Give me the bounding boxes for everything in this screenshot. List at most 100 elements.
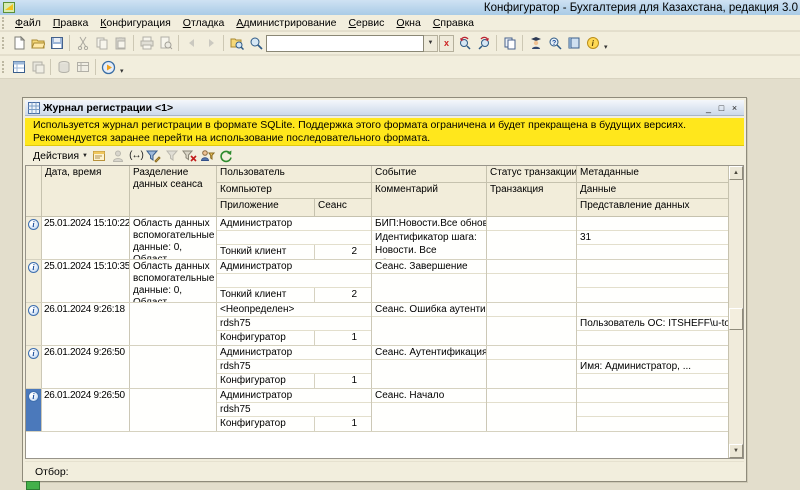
scroll-down-button[interactable]: ▼ [729, 444, 743, 458]
table-row[interactable]: i 25.01.2024 15:10:35 Область данных всп… [26, 260, 729, 303]
cell-sharing: Область данных вспомогательные данные: 0… [130, 217, 217, 259]
cell-comment [372, 403, 486, 431]
database-icon[interactable] [54, 58, 73, 77]
table-window-icon[interactable] [73, 58, 92, 77]
menu-debug[interactable]: Отладка [177, 16, 231, 30]
view-event-icon[interactable] [91, 147, 109, 164]
menu-administration[interactable]: Администрирование [230, 16, 342, 30]
filter-label: Отбор: [35, 466, 69, 478]
copy-icon[interactable] [92, 34, 111, 53]
maximize-button[interactable]: □ [715, 101, 728, 115]
header-user[interactable]: Пользователь [217, 166, 371, 183]
minimized-window-icon[interactable] [26, 481, 40, 490]
scroll-up-button[interactable]: ▲ [729, 166, 743, 180]
minimize-button[interactable]: _ [702, 101, 715, 115]
cell-sharing [130, 346, 217, 388]
save-icon[interactable] [47, 34, 66, 53]
menu-edit[interactable]: Правка [47, 16, 94, 30]
filter-by-user-icon[interactable] [199, 147, 217, 164]
cell-presentation [577, 417, 728, 431]
header-tx-status[interactable]: Статус транзакции [487, 166, 576, 183]
header-comment[interactable]: Комментарий [372, 183, 486, 216]
new-document-icon[interactable] [9, 34, 28, 53]
app-icon [3, 2, 15, 13]
paste-icon[interactable] [111, 34, 130, 53]
set-filter-icon[interactable] [145, 147, 163, 164]
menu-configuration[interactable]: Конфигурация [94, 16, 176, 30]
journal-titlebar[interactable]: Журнал регистрации <1> _ □ × [25, 100, 744, 116]
user-picture-icon[interactable] [109, 147, 127, 164]
table-row-selected[interactable]: i 26.01.2024 9:26:50 Администратор rdsh7… [26, 389, 729, 432]
about-icon[interactable]: i [583, 34, 602, 53]
syntax-check-icon[interactable] [526, 34, 545, 53]
set-interval-icon[interactable]: (↔) [127, 147, 145, 164]
cell-user: Администратор [217, 346, 371, 360]
cell-tx-status [487, 346, 576, 360]
cell-tx-status [487, 260, 576, 274]
print-preview-icon[interactable] [156, 34, 175, 53]
configuration-store-icon[interactable] [28, 58, 47, 77]
header-transaction[interactable]: Транзакция [487, 183, 576, 216]
menu-help[interactable]: Справка [427, 16, 480, 30]
table-row[interactable]: i 26.01.2024 9:26:18 <Неопределен> rdsh7… [26, 303, 729, 346]
toolbar-overflow-icon[interactable]: ▾ [120, 67, 124, 78]
search-clear-button[interactable]: x [439, 35, 454, 52]
svg-text:?: ? [552, 40, 556, 47]
cell-presentation [577, 331, 728, 345]
open-icon[interactable] [28, 34, 47, 53]
log-table: Дата, время Разделение данных сеанса Пол… [25, 165, 744, 459]
cell-presentation [577, 374, 728, 388]
filter-settings-icon[interactable] [163, 147, 181, 164]
cell-user: Администратор [217, 389, 371, 403]
header-data[interactable]: Данные [577, 183, 728, 200]
header-metadata-group: Метаданные Данные Представление данных [577, 166, 729, 216]
menu-windows[interactable]: Окна [390, 16, 426, 30]
global-search-icon[interactable] [227, 34, 246, 53]
search-input[interactable] [266, 35, 424, 52]
cut-icon[interactable] [73, 34, 92, 53]
search-icon[interactable] [246, 34, 265, 53]
scrollbar-thumb[interactable] [729, 308, 743, 330]
cell-sharing: Область данных вспомогательные данные: 0… [130, 260, 217, 302]
header-date[interactable]: Дата, время [42, 166, 130, 216]
header-application[interactable]: Приложение [217, 199, 315, 216]
cell-computer: rdsh75 [217, 403, 371, 417]
back-icon[interactable] [182, 34, 201, 53]
log-table-header: Дата, время Разделение данных сеанса Пол… [26, 166, 729, 217]
cell-session: 2 [315, 288, 371, 302]
table-row[interactable]: i 25.01.2024 15:10:22 Область данных всп… [26, 217, 729, 260]
close-button[interactable]: × [728, 101, 741, 115]
duplicate-icon[interactable] [500, 34, 519, 53]
forward-icon[interactable] [201, 34, 220, 53]
header-event[interactable]: Событие [372, 166, 486, 183]
help-search-icon[interactable]: ? [545, 34, 564, 53]
menu-service[interactable]: Сервис [342, 16, 390, 30]
toolbar-grip [2, 37, 7, 49]
table-row[interactable]: i 26.01.2024 9:26:50 Администратор rdsh7… [26, 346, 729, 389]
menu-file[interactable]: Файл [9, 16, 47, 30]
cell-data [577, 403, 728, 417]
header-sharing[interactable]: Разделение данных сеанса [130, 166, 217, 216]
cell-computer [217, 231, 371, 245]
cell-session: 1 [315, 417, 371, 431]
header-session[interactable]: Сеанс [315, 199, 371, 216]
refresh-icon[interactable] [217, 147, 235, 164]
start-debugging-icon[interactable] [99, 58, 118, 77]
filter-bar: Отбор: [25, 461, 744, 481]
cell-application: Тонкий клиент [217, 245, 315, 259]
find-previous-icon[interactable] [455, 34, 474, 53]
vertical-scrollbar[interactable]: ▲ ▼ [728, 166, 743, 458]
find-next-icon[interactable] [474, 34, 493, 53]
open-configuration-icon[interactable] [9, 58, 28, 77]
clear-filter-icon[interactable] [181, 147, 199, 164]
search-dropdown-button[interactable]: ▼ [424, 35, 438, 52]
actions-menu-button[interactable]: Действия▼ [30, 149, 91, 163]
cell-date: 26.01.2024 9:26:50 [42, 346, 130, 388]
toolbar-overflow-icon[interactable]: ▾ [604, 43, 608, 54]
main-titlebar: Конфигуратор - Бухгалтерия для Казахстан… [0, 0, 800, 15]
header-presentation[interactable]: Представление данных [577, 199, 728, 216]
help-book-icon[interactable] [564, 34, 583, 53]
print-icon[interactable] [137, 34, 156, 53]
header-computer[interactable]: Компьютер [217, 183, 371, 200]
header-metadata[interactable]: Метаданные [577, 166, 728, 183]
